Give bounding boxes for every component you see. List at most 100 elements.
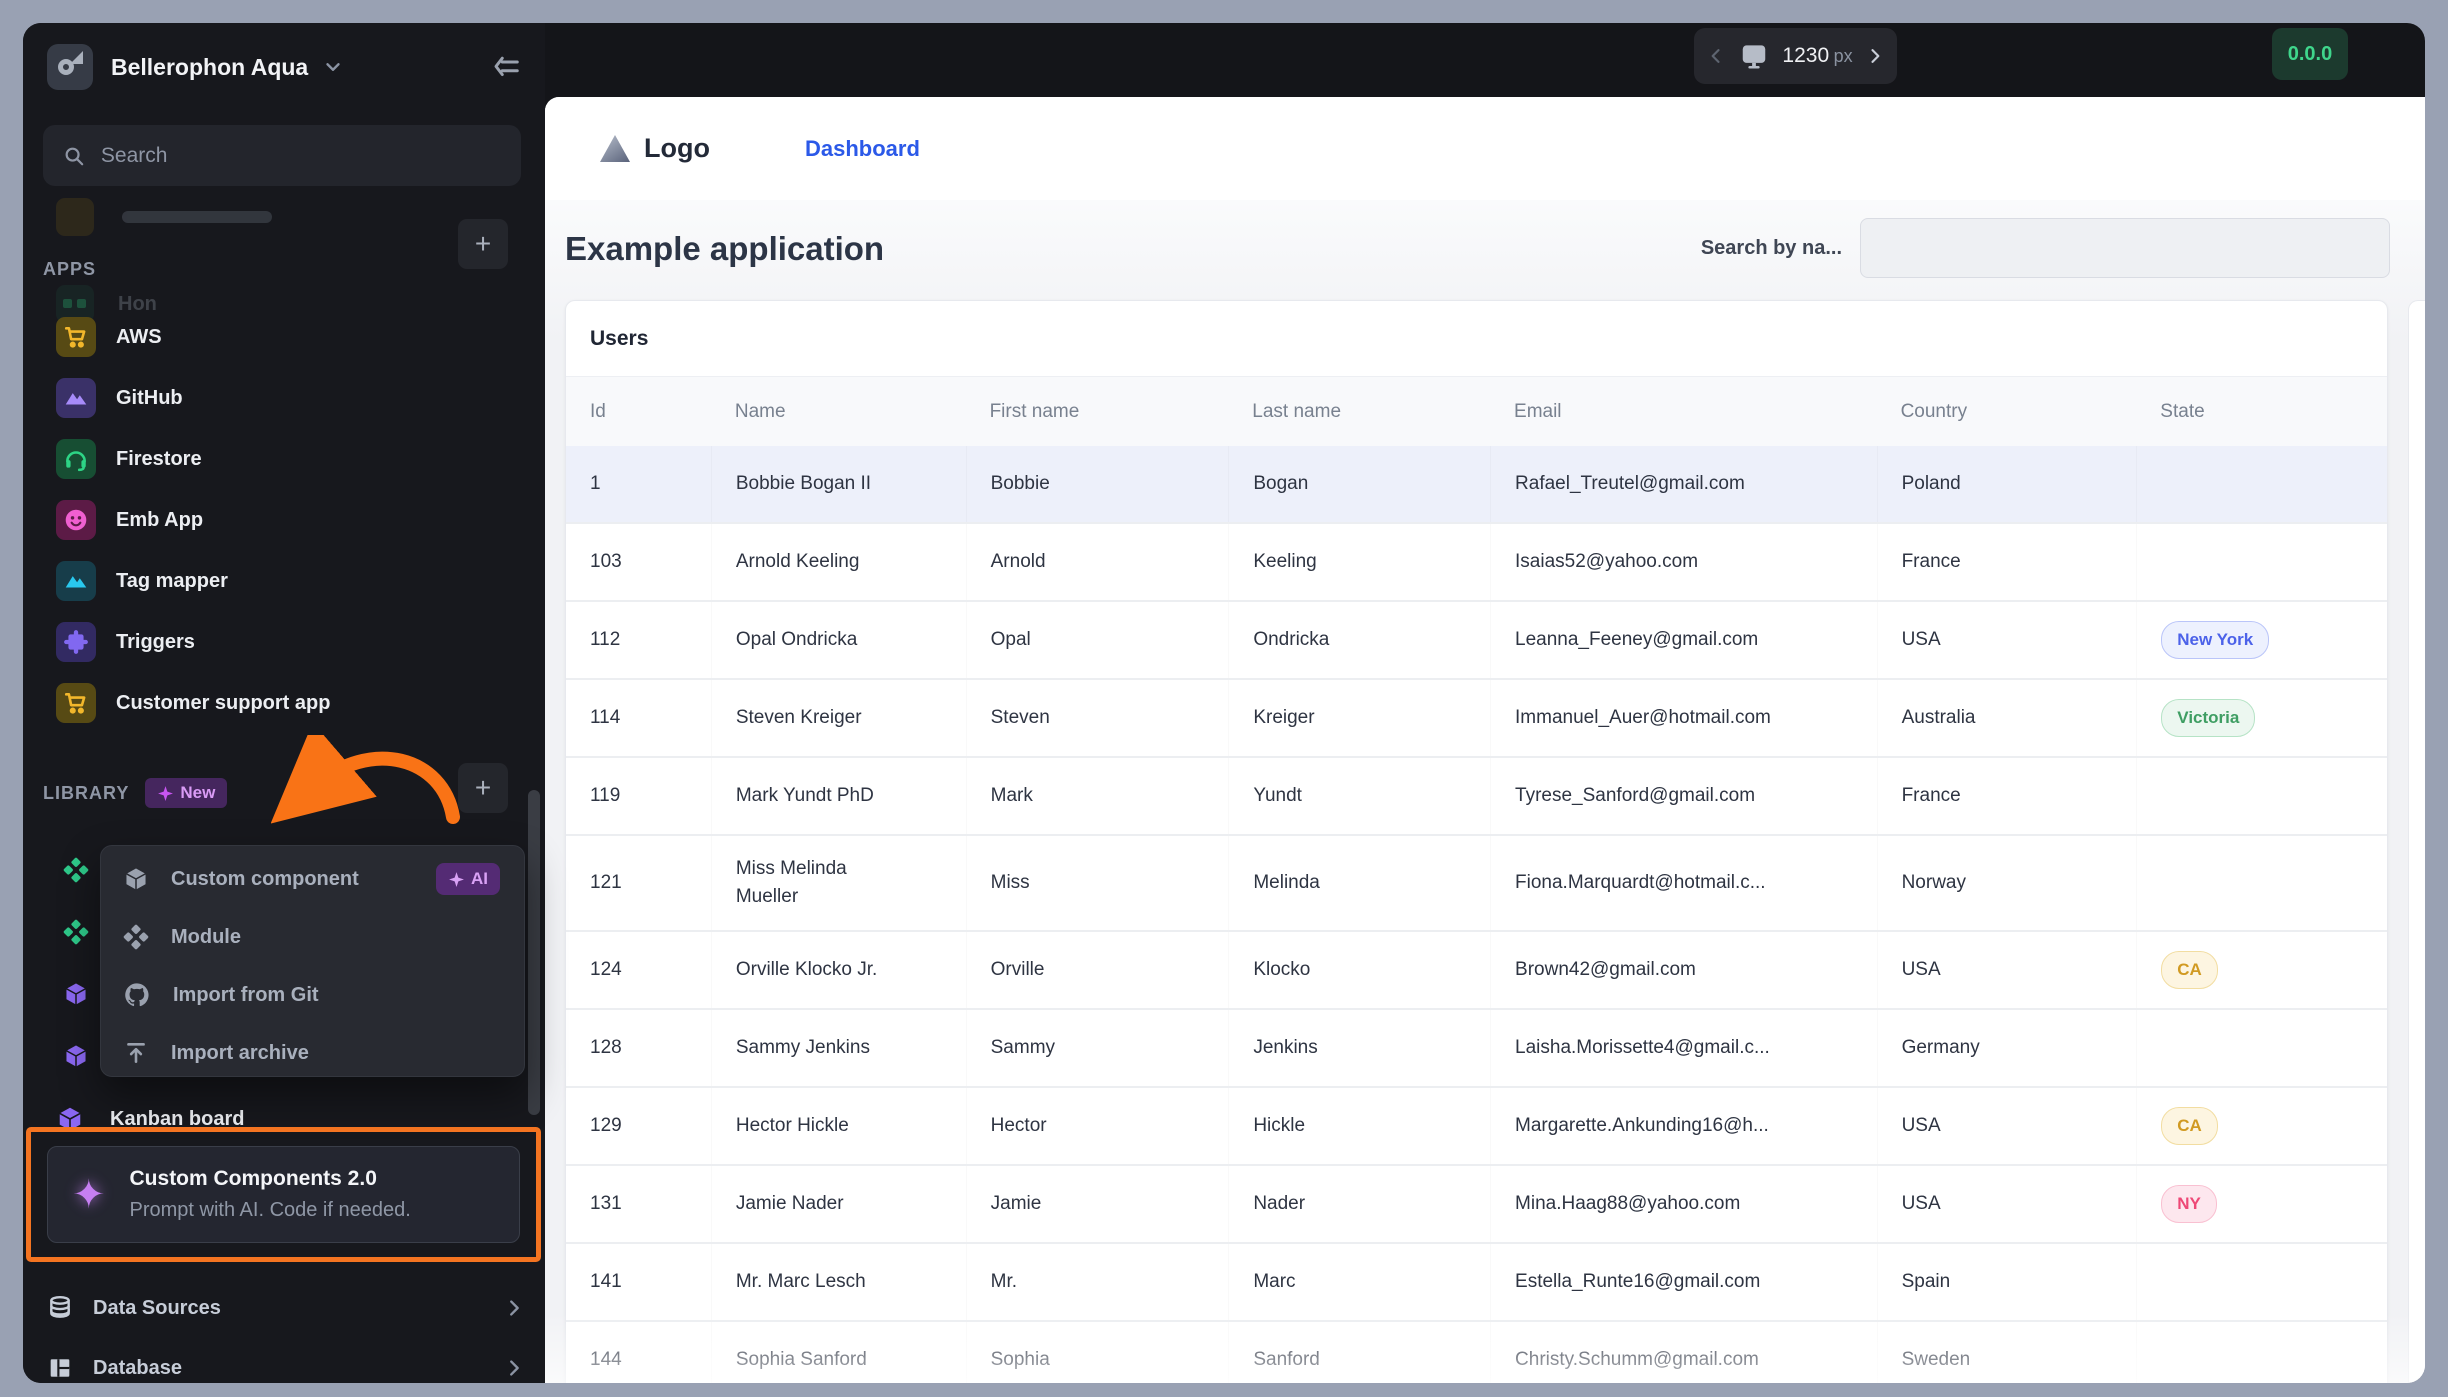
- app-window: Bellerophon Aqua APPS + Hon AW: [23, 23, 2425, 1383]
- cell-last-name: Sanford: [1228, 1322, 1490, 1383]
- sidebar-scrollbar[interactable]: [528, 790, 540, 1115]
- cart-icon: [56, 683, 96, 723]
- table-row[interactable]: 112 Opal Ondricka Opal Ondricka Leanna_F…: [566, 602, 2387, 680]
- cell-last-name: Jenkins: [1228, 1010, 1490, 1086]
- nav-link-dashboard[interactable]: Dashboard: [805, 136, 920, 162]
- search-icon: [65, 147, 84, 165]
- cell-state: [2136, 1010, 2387, 1086]
- add-library-item-button[interactable]: +: [458, 763, 508, 813]
- cell-email: Margarette.Ankunding16@h...: [1490, 1088, 1877, 1164]
- table-row[interactable]: 128 Sammy Jenkins Sammy Jenkins Laisha.M…: [566, 1010, 2387, 1088]
- column-header-name[interactable]: Name: [711, 401, 966, 423]
- table-title: Users: [566, 301, 2387, 377]
- state-badge: Victoria: [2161, 699, 2256, 737]
- state-badge: CA: [2161, 1107, 2218, 1145]
- cell-last-name: Klocko: [1228, 932, 1490, 1008]
- chevron-left-icon[interactable]: [1706, 46, 1726, 66]
- database-icon: [50, 1295, 70, 1318]
- apps-section-label: APPS: [43, 259, 97, 279]
- cell-id: 114: [590, 707, 621, 728]
- sidebar-search-input[interactable]: [100, 143, 501, 168]
- table-row[interactable]: 121 Miss Melinda Mueller Miss Melinda Fi…: [566, 836, 2387, 932]
- column-header-country[interactable]: Country: [1877, 401, 2137, 423]
- workspace-name[interactable]: Bellerophon Aqua: [111, 54, 308, 81]
- column-header-first[interactable]: First name: [966, 401, 1229, 423]
- cell-name: Mr. Marc Lesch: [711, 1244, 966, 1320]
- menu-item-import-archive[interactable]: Import archive: [101, 1024, 524, 1082]
- cell-country: Spain: [1877, 1244, 2137, 1320]
- column-header-state[interactable]: State: [2136, 401, 2387, 423]
- table-row[interactable]: 129 Hector Hickle Hector Hickle Margaret…: [566, 1088, 2387, 1166]
- sidebar-item-triggers[interactable]: Triggers: [56, 618, 195, 666]
- cell-last-name: Keeling: [1228, 524, 1490, 600]
- cell-country: USA: [1877, 1088, 2137, 1164]
- cell-id: 128: [590, 1037, 622, 1058]
- sidebar-item-customer-support-app[interactable]: Customer support app: [56, 679, 330, 727]
- app-logo-icon: [600, 135, 630, 162]
- table-row[interactable]: 114 Steven Kreiger Steven Kreiger Immanu…: [566, 680, 2387, 758]
- sidebar-item-tag-mapper[interactable]: Tag mapper: [56, 557, 228, 605]
- state-badge: NY: [2161, 1185, 2217, 1223]
- cell-last-name: Hickle: [1228, 1088, 1490, 1164]
- cell-first-name: Miss: [966, 836, 1229, 930]
- table-row[interactable]: 124 Orville Klocko Jr. Orville Klocko Br…: [566, 932, 2387, 1010]
- cell-country: Australia: [1877, 680, 2137, 756]
- cell-id: 141: [590, 1271, 622, 1292]
- banner-title: Custom Components 2.0: [129, 1167, 377, 1190]
- cell-state: Victoria: [2136, 680, 2387, 756]
- workspace-logo-icon[interactable]: [47, 44, 93, 90]
- cell-email: Tyrese_Sanford@gmail.com: [1490, 758, 1877, 834]
- menu-item-module[interactable]: Module: [101, 908, 524, 966]
- table-row[interactable]: 103 Arnold Keeling Arnold Keeling Isaias…: [566, 524, 2387, 602]
- sidebar-item-aws[interactable]: AWS: [56, 313, 162, 361]
- sidebar-item-github[interactable]: GitHub: [56, 374, 183, 422]
- cell-last-name: Marc: [1228, 1244, 1490, 1320]
- cell-country: USA: [1877, 602, 2137, 678]
- table-row[interactable]: 131 Jamie Nader Jamie Nader Mina.Haag88@…: [566, 1166, 2387, 1244]
- column-header-id[interactable]: Id: [566, 401, 711, 423]
- column-header-email[interactable]: Email: [1490, 401, 1877, 423]
- puzzle-icon: [56, 622, 96, 662]
- table-row[interactable]: 119 Mark Yundt PhD Mark Yundt Tyrese_San…: [566, 758, 2387, 836]
- library-new-badge: New: [145, 778, 228, 808]
- add-app-button[interactable]: +: [458, 219, 508, 269]
- collapse-sidebar-icon[interactable]: [491, 52, 521, 82]
- library-section-label: LIBRARY: [43, 782, 130, 803]
- github-icon: [125, 983, 149, 1007]
- table-row[interactable]: 1 Bobbie Bogan II Bobbie Bogan Rafael_Tr…: [566, 446, 2387, 524]
- cell-country: Germany: [1877, 1010, 2137, 1086]
- table-row[interactable]: 141 Mr. Marc Lesch Mr. Marc Estella_Runt…: [566, 1244, 2387, 1322]
- cube-icon: [64, 1043, 88, 1069]
- mountains-icon: [56, 378, 96, 418]
- app-logo-text: Logo: [644, 133, 710, 163]
- app-canvas: Logo Dashboard Example application Searc…: [545, 97, 2425, 1383]
- cell-email: Brown42@gmail.com: [1490, 932, 1877, 1008]
- menu-item-import-from-git[interactable]: Import from Git: [101, 966, 524, 1024]
- sidebar-item-data-sources[interactable]: Data Sources: [47, 1286, 525, 1330]
- cell-state: CA: [2136, 1088, 2387, 1164]
- cell-last-name: Nader: [1228, 1166, 1490, 1242]
- cell-last-name: Kreiger: [1228, 680, 1490, 756]
- chevron-down-icon[interactable]: [322, 56, 344, 78]
- column-header-last[interactable]: Last name: [1228, 401, 1490, 423]
- canvas-width-unit: px: [1833, 46, 1853, 66]
- cell-last-name: Melinda: [1228, 836, 1490, 930]
- smiley-icon: [56, 500, 96, 540]
- version-badge[interactable]: 0.0.0: [2272, 28, 2348, 80]
- sidebar-search[interactable]: [43, 125, 521, 186]
- cell-name: Sophia Sanford: [711, 1322, 966, 1383]
- sidebar-item-emb-app[interactable]: Emb App: [56, 496, 203, 544]
- menu-item-custom-component[interactable]: Custom component AI: [101, 850, 524, 908]
- module-icon: [123, 924, 149, 950]
- table-row[interactable]: 144 Sophia Sanford Sophia Sanford Christ…: [566, 1322, 2387, 1383]
- cell-name: Arnold Keeling: [711, 524, 966, 600]
- search-by-name-input[interactable]: [1860, 218, 2390, 278]
- cell-first-name: Mr.: [966, 1244, 1229, 1320]
- sidebar-item-firestore[interactable]: Firestore: [56, 435, 202, 483]
- table-header-row: Id Name First name Last name Email Count…: [566, 377, 2387, 446]
- sidebar: Bellerophon Aqua APPS + Hon AW: [23, 23, 545, 1383]
- cell-email: Fiona.Marquardt@hotmail.c...: [1490, 836, 1877, 930]
- custom-components-banner[interactable]: ✦ Custom Components 2.0 Prompt with AI. …: [47, 1146, 520, 1243]
- chevron-right-icon[interactable]: [1865, 46, 1885, 66]
- sidebar-item-database[interactable]: Database: [47, 1346, 525, 1383]
